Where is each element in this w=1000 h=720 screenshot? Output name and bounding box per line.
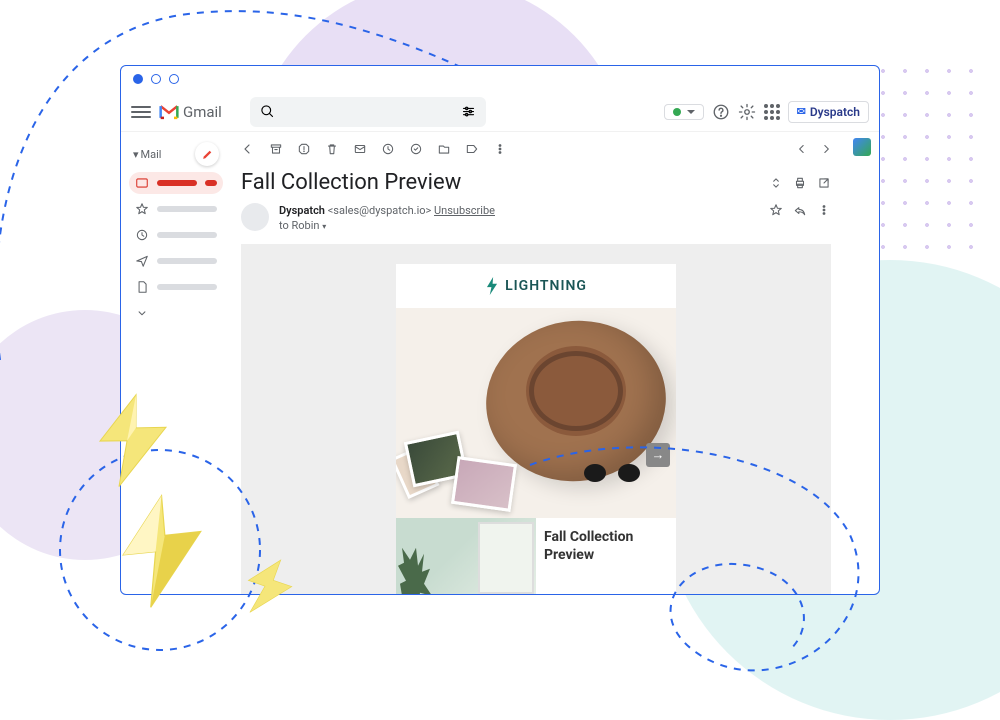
expand-icon[interactable] (769, 176, 783, 190)
recipient: to Robin (279, 219, 319, 232)
email-subject: Fall Collection Preview (241, 170, 759, 195)
search-icon (260, 104, 275, 119)
window-dot[interactable] (133, 74, 143, 84)
more-icon[interactable] (493, 142, 507, 156)
main-panel: Fall Collection Preview Dyspatch <sales@… (231, 132, 845, 594)
search-input[interactable] (285, 104, 451, 119)
clock-icon (135, 228, 149, 242)
spam-icon[interactable] (297, 142, 311, 156)
apps-icon[interactable] (764, 104, 780, 120)
email-body: LIGHTNING → (241, 244, 831, 594)
archive-icon[interactable] (269, 142, 283, 156)
more-icon[interactable] (817, 203, 831, 217)
hat-image (481, 316, 671, 486)
unread-badge (205, 180, 217, 186)
secondary-image (396, 518, 536, 594)
move-icon[interactable] (437, 142, 451, 156)
sunglasses-image (584, 464, 640, 484)
unsubscribe-link[interactable]: Unsubscribe (434, 204, 495, 217)
mail-icon[interactable] (353, 142, 367, 156)
search-bar[interactable] (250, 97, 486, 127)
email-content: LIGHTNING → (396, 264, 676, 594)
lightning-icon (485, 277, 499, 295)
file-icon (135, 280, 149, 294)
star-icon (135, 202, 149, 216)
prev-icon[interactable] (795, 142, 809, 156)
calendar-icon[interactable] (853, 138, 871, 156)
lightning-bolt-icon (71, 385, 199, 495)
carousel-next-button[interactable]: → (646, 443, 670, 467)
sidebar-item-more[interactable] (129, 302, 223, 324)
window-dot[interactable] (151, 74, 161, 84)
content-title: Fall Collection Preview (536, 518, 676, 594)
chevron-down-icon (135, 306, 149, 320)
pencil-icon (201, 148, 214, 161)
help-icon[interactable] (712, 103, 730, 121)
gear-icon[interactable] (738, 103, 756, 121)
side-panel (845, 132, 879, 594)
star-icon[interactable] (769, 203, 783, 217)
clock-icon[interactable] (381, 142, 395, 156)
sidebar-item-snoozed[interactable] (129, 224, 223, 246)
avatar (241, 203, 269, 231)
inbox-icon (135, 176, 149, 190)
polaroid (451, 456, 517, 512)
brand-header: LIGHTNING (396, 264, 676, 308)
sidebar-item-sent[interactable] (129, 250, 223, 272)
sidebar-item-starred[interactable] (129, 198, 223, 220)
next-icon[interactable] (819, 142, 833, 156)
brand-name: LIGHTNING (505, 278, 587, 294)
dyspatch-badge[interactable]: Dyspatch (788, 101, 869, 123)
mail-dropdown[interactable]: ▾ Mail (133, 148, 161, 161)
status-active-icon (673, 108, 681, 116)
compose-button[interactable] (195, 142, 219, 166)
sidebar-item-drafts[interactable] (129, 276, 223, 298)
status-dropdown[interactable] (664, 104, 704, 120)
send-icon (135, 254, 149, 268)
tune-icon[interactable] (461, 104, 476, 119)
menu-icon[interactable] (131, 102, 151, 122)
sender-email: <sales@dyspatch.io> (328, 204, 432, 217)
print-icon[interactable] (793, 176, 807, 190)
gmail-header: Gmail Dyspatch (121, 92, 879, 132)
sender-name: Dyspatch (279, 204, 325, 217)
task-icon[interactable] (409, 142, 423, 156)
sidebar-item-inbox[interactable] (129, 172, 223, 194)
delete-icon[interactable] (325, 142, 339, 156)
hero-image: → (396, 308, 676, 518)
chevron-down-icon[interactable]: ▾ (322, 222, 326, 231)
email-toolbar (231, 132, 841, 166)
popout-icon[interactable] (817, 176, 831, 190)
window-titlebar (121, 66, 879, 92)
reply-icon[interactable] (793, 203, 807, 217)
chevron-down-icon (687, 110, 695, 114)
gmail-label: Gmail (183, 103, 222, 121)
sender-info: Dyspatch <sales@dyspatch.io> Unsubscribe… (279, 203, 759, 234)
label-icon[interactable] (465, 142, 479, 156)
back-icon[interactable] (239, 141, 255, 157)
window-dot[interactable] (169, 74, 179, 84)
gmail-logo[interactable]: Gmail (159, 103, 222, 121)
